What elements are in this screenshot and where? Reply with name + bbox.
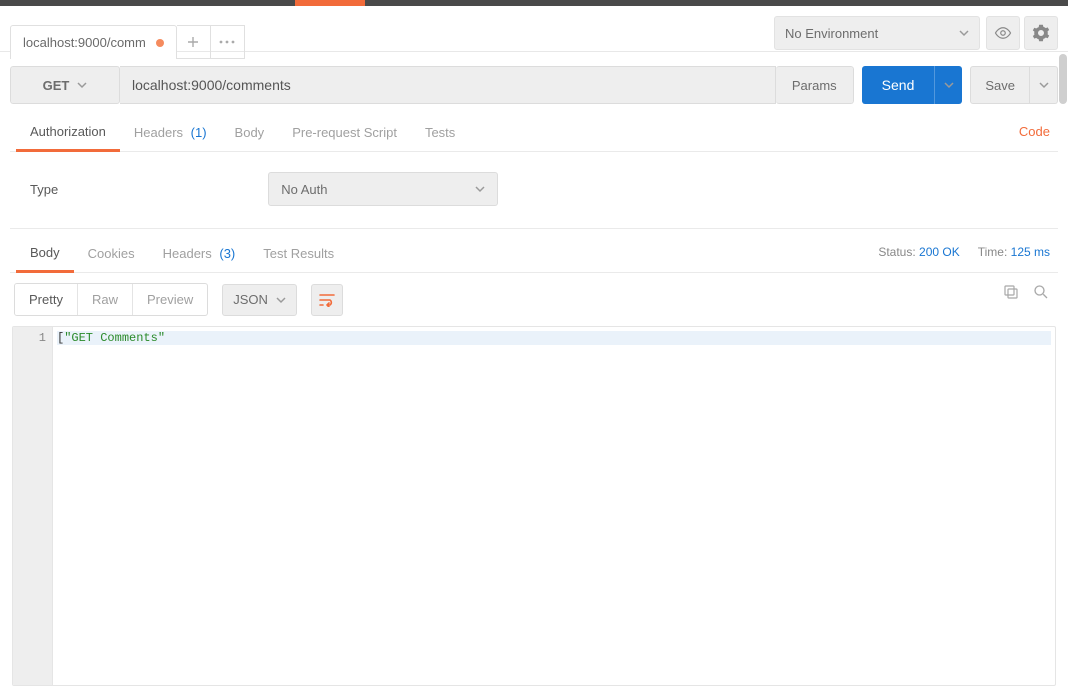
request-tab-title: localhost:9000/comm <box>23 35 146 50</box>
response-tab-body[interactable]: Body <box>16 235 74 273</box>
tab-tests[interactable]: Tests <box>411 115 469 150</box>
response-body-viewer[interactable]: 1 ["GET Comments" <box>12 326 1056 686</box>
generate-code-link[interactable]: Code <box>1019 124 1050 139</box>
gear-icon <box>1032 24 1050 42</box>
search-icon <box>1032 283 1050 301</box>
send-menu-button[interactable] <box>934 66 962 104</box>
tab-overflow-button[interactable] <box>211 25 245 59</box>
search-response-button[interactable] <box>1032 283 1050 304</box>
request-tab[interactable]: localhost:9000/comm <box>10 25 177 59</box>
save-button[interactable]: Save <box>970 66 1030 104</box>
wrap-icon <box>319 293 335 307</box>
copy-icon <box>1002 283 1020 301</box>
environment-selector[interactable]: No Environment <box>774 16 980 50</box>
response-line: ["GET Comments" <box>57 331 1051 345</box>
copy-response-button[interactable] <box>1002 283 1020 304</box>
tab-body[interactable]: Body <box>221 115 279 150</box>
chevron-down-icon <box>959 28 969 38</box>
eye-icon <box>994 24 1012 42</box>
response-meta: Status: 200 OK Time: 125 ms <box>878 245 1050 259</box>
response-tab-headers[interactable]: Headers (3) <box>149 236 250 271</box>
add-tab-button[interactable] <box>177 25 211 59</box>
response-tab-cookies[interactable]: Cookies <box>74 236 149 271</box>
http-method-label: GET <box>43 78 70 93</box>
auth-type-selector[interactable]: No Auth <box>268 172 498 206</box>
tab-authorization[interactable]: Authorization <box>16 114 120 152</box>
send-button[interactable]: Send <box>862 66 935 104</box>
status-value: 200 OK <box>919 245 960 259</box>
response-lang-selector[interactable]: JSON <box>222 284 297 316</box>
environment-label: No Environment <box>785 26 878 41</box>
view-preview-button[interactable]: Preview <box>132 284 207 315</box>
scrollbar-thumb[interactable] <box>1059 54 1067 104</box>
response-tab-tests[interactable]: Test Results <box>249 236 348 271</box>
save-menu-button[interactable] <box>1030 66 1058 104</box>
wrap-lines-button[interactable] <box>311 284 343 316</box>
line-gutter: 1 <box>13 327 53 685</box>
tab-headers[interactable]: Headers (1) <box>120 115 221 150</box>
view-raw-button[interactable]: Raw <box>77 284 132 315</box>
chevron-down-icon <box>276 295 286 305</box>
environment-quicklook-button[interactable] <box>986 16 1020 50</box>
view-pretty-button[interactable]: Pretty <box>15 284 77 315</box>
auth-type-label: Type <box>30 182 58 197</box>
chevron-down-icon <box>944 80 954 90</box>
chevron-down-icon <box>1039 80 1049 90</box>
params-button[interactable]: Params <box>776 66 854 104</box>
chevron-down-icon <box>77 80 87 90</box>
request-url-input[interactable] <box>120 66 776 104</box>
time-value: 125 ms <box>1011 245 1050 259</box>
tab-prerequest[interactable]: Pre-request Script <box>278 115 411 150</box>
vertical-scrollbar[interactable] <box>1058 54 1068 688</box>
http-method-selector[interactable]: GET <box>10 66 120 104</box>
unsaved-dot-icon <box>156 39 164 47</box>
settings-button[interactable] <box>1024 16 1058 50</box>
chevron-down-icon <box>475 184 485 194</box>
